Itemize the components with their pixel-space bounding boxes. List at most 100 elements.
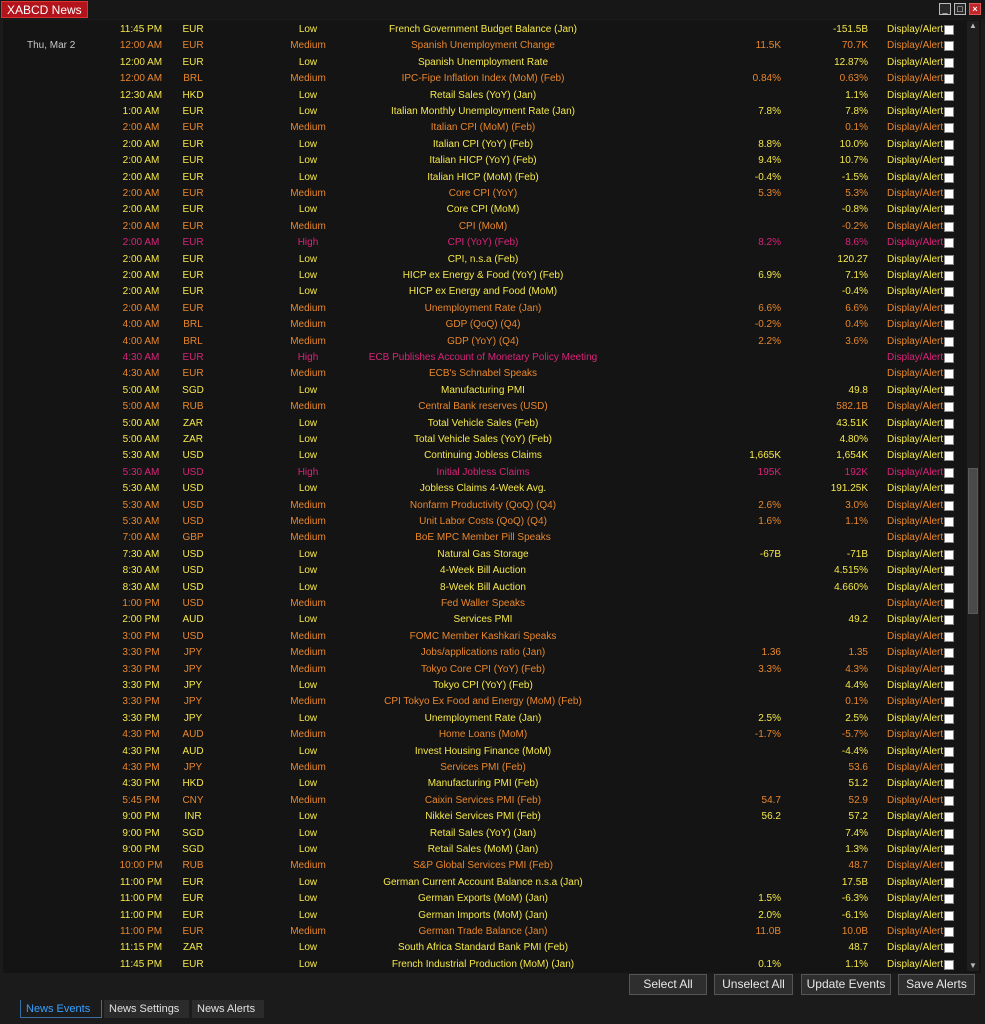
- alert-checkbox[interactable]: [944, 664, 954, 675]
- display-alert-link[interactable]: Display/Alert: [887, 481, 943, 497]
- alert-checkbox[interactable]: [944, 336, 954, 347]
- table-row[interactable]: 5:00 AM ZAR Low Total Vehicle Sales (YoY) (…: [3, 432, 967, 448]
- table-row[interactable]: 9:00 PM SGD Low Retail Sales (MoM) (Jan) 1.3…: [3, 842, 967, 858]
- alert-checkbox[interactable]: [944, 845, 954, 855]
- table-row[interactable]: 11:45 PM EUR Low French Government Budget B…: [3, 22, 967, 38]
- alert-checkbox[interactable]: [944, 500, 954, 511]
- alert-checkbox[interactable]: [944, 877, 954, 888]
- update-events-button[interactable]: Update Events: [801, 974, 891, 995]
- alert-checkbox[interactable]: [944, 107, 954, 117]
- tab-news-alerts[interactable]: News Alerts: [192, 1000, 264, 1018]
- table-row[interactable]: Thu, Mar 2 12:00 AM EUR Medium Spanish Unemp…: [3, 38, 967, 54]
- table-row[interactable]: 9:00 PM SGD Low Retail Sales (YoY) (Jan) 7.4…: [3, 826, 967, 842]
- alert-checkbox[interactable]: [944, 254, 954, 265]
- alert-checkbox[interactable]: [944, 205, 954, 216]
- table-row[interactable]: 11:00 PM EUR Medium German Trade Balance (J…: [3, 924, 967, 940]
- table-row[interactable]: 4:30 AM EUR Medium ECB's Schnabel Speaks Dis…: [3, 366, 967, 382]
- display-alert-link[interactable]: Display/Alert: [887, 170, 943, 186]
- display-alert-link[interactable]: Display/Alert: [887, 383, 943, 399]
- display-alert-link[interactable]: Display/Alert: [887, 629, 943, 645]
- display-alert-link[interactable]: Display/Alert: [887, 55, 943, 71]
- alert-checkbox[interactable]: [944, 369, 954, 380]
- table-row[interactable]: 2:00 AM EUR Low CPI, n.s.a (Feb) 120.27 Displ…: [3, 252, 967, 268]
- table-row[interactable]: 4:30 PM AUD Medium Home Loans (MoM) -1.7% -5.…: [3, 727, 967, 743]
- display-alert-link[interactable]: Display/Alert: [887, 350, 943, 366]
- display-alert-link[interactable]: Display/Alert: [887, 301, 943, 317]
- table-row[interactable]: 1:00 AM EUR Low Italian Monthly Unemploymen…: [3, 104, 967, 120]
- alert-checkbox[interactable]: [944, 910, 954, 921]
- table-row[interactable]: 3:30 PM JPY Medium Jobs/applications ratio …: [3, 645, 967, 661]
- display-alert-link[interactable]: Display/Alert: [887, 399, 943, 415]
- tab-news-settings[interactable]: News Settings: [104, 1000, 189, 1018]
- table-row[interactable]: 5:30 AM USD High Initial Jobless Claims 195K…: [3, 465, 967, 481]
- display-alert-link[interactable]: Display/Alert: [887, 826, 943, 842]
- alert-checkbox[interactable]: [944, 402, 954, 413]
- display-alert-link[interactable]: Display/Alert: [887, 662, 943, 678]
- display-alert-link[interactable]: Display/Alert: [887, 940, 943, 956]
- display-alert-link[interactable]: Display/Alert: [887, 760, 943, 776]
- table-row[interactable]: 3:30 PM JPY Medium CPI Tokyo Ex Food and En…: [3, 694, 967, 710]
- alert-checkbox[interactable]: [944, 385, 954, 396]
- table-row[interactable]: 1:00 PM USD Medium Fed Waller Speaks Display…: [3, 596, 967, 612]
- display-alert-link[interactable]: Display/Alert: [887, 596, 943, 612]
- alert-checkbox[interactable]: [944, 90, 954, 101]
- display-alert-link[interactable]: Display/Alert: [887, 645, 943, 661]
- alert-checkbox[interactable]: [944, 467, 954, 478]
- table-row[interactable]: 5:30 AM USD Medium Nonfarm Productivity (Qo…: [3, 498, 967, 514]
- table-row[interactable]: 4:30 PM HKD Low Manufacturing PMI (Feb) 51.2…: [3, 776, 967, 792]
- display-alert-link[interactable]: Display/Alert: [887, 38, 943, 54]
- table-row[interactable]: 3:30 PM JPY Low Tokyo CPI (YoY) (Feb) 4.4% Di…: [3, 678, 967, 694]
- display-alert-link[interactable]: Display/Alert: [887, 137, 943, 153]
- alert-checkbox[interactable]: [944, 943, 954, 954]
- display-alert-link[interactable]: Display/Alert: [887, 809, 943, 825]
- display-alert-link[interactable]: Display/Alert: [887, 530, 943, 546]
- alert-checkbox[interactable]: [944, 746, 954, 757]
- alert-checkbox[interactable]: [944, 730, 954, 741]
- table-row[interactable]: 2:00 AM EUR Medium CPI (MoM) -0.2% Display/Al…: [3, 219, 967, 235]
- alert-checkbox[interactable]: [944, 123, 954, 134]
- display-alert-link[interactable]: Display/Alert: [887, 908, 943, 924]
- display-alert-link[interactable]: Display/Alert: [887, 793, 943, 809]
- display-alert-link[interactable]: Display/Alert: [887, 891, 943, 907]
- display-alert-link[interactable]: Display/Alert: [887, 744, 943, 760]
- table-row[interactable]: 11:00 PM EUR Low German Imports (MoM) (Jan)…: [3, 908, 967, 924]
- display-alert-link[interactable]: Display/Alert: [887, 448, 943, 464]
- table-row[interactable]: 2:00 AM EUR Low Italian HICP (MoM) (Feb) -0.…: [3, 170, 967, 186]
- alert-checkbox[interactable]: [944, 57, 954, 68]
- alert-checkbox[interactable]: [944, 599, 954, 609]
- display-alert-link[interactable]: Display/Alert: [887, 875, 943, 891]
- display-alert-link[interactable]: Display/Alert: [887, 219, 943, 235]
- display-alert-link[interactable]: Display/Alert: [887, 514, 943, 530]
- table-row[interactable]: 4:30 PM AUD Low Invest Housing Finance (MoM…: [3, 744, 967, 760]
- table-row[interactable]: 2:00 AM EUR Low Italian CPI (YoY) (Feb) 8.8%…: [3, 137, 967, 153]
- display-alert-link[interactable]: Display/Alert: [887, 88, 943, 104]
- table-row[interactable]: 11:00 PM EUR Low German Current Account Bal…: [3, 875, 967, 891]
- table-row[interactable]: 12:00 AM EUR Low Spanish Unemployment Rate 1…: [3, 55, 967, 71]
- alert-checkbox[interactable]: [944, 582, 954, 593]
- alert-checkbox[interactable]: [944, 156, 954, 167]
- scroll-up-icon[interactable]: ▲: [967, 21, 979, 31]
- alert-checkbox[interactable]: [944, 353, 954, 363]
- display-alert-link[interactable]: Display/Alert: [887, 268, 943, 284]
- alert-checkbox[interactable]: [944, 828, 954, 839]
- table-row[interactable]: 4:00 AM BRL Medium GDP (QoQ) (Q4) -0.2% 0.4% D…: [3, 317, 967, 333]
- table-row[interactable]: 12:00 AM BRL Medium IPC-Fipe Inflation Inde…: [3, 71, 967, 87]
- alert-checkbox[interactable]: [944, 533, 954, 544]
- table-row[interactable]: 2:00 AM EUR Medium Italian CPI (MoM) (Feb) 0…: [3, 120, 967, 136]
- maximize-icon[interactable]: □: [954, 3, 966, 15]
- table-row[interactable]: 5:30 AM USD Low Jobless Claims 4-Week Avg. 1…: [3, 481, 967, 497]
- alert-checkbox[interactable]: [944, 435, 954, 445]
- alert-checkbox[interactable]: [944, 927, 954, 937]
- alert-checkbox[interactable]: [944, 172, 954, 183]
- scroll-down-icon[interactable]: ▼: [967, 961, 979, 971]
- table-row[interactable]: 2:00 AM EUR Medium Core CPI (YoY) 5.3% 5.3% Di…: [3, 186, 967, 202]
- table-row[interactable]: 2:00 AM EUR Low Core CPI (MoM) -0.8% Display/…: [3, 202, 967, 218]
- display-alert-link[interactable]: Display/Alert: [887, 694, 943, 710]
- display-alert-link[interactable]: Display/Alert: [887, 563, 943, 579]
- alert-checkbox[interactable]: [944, 894, 954, 905]
- display-alert-link[interactable]: Display/Alert: [887, 858, 943, 874]
- display-alert-link[interactable]: Display/Alert: [887, 186, 943, 202]
- alert-checkbox[interactable]: [944, 566, 954, 577]
- alert-checkbox[interactable]: [944, 74, 954, 85]
- alert-checkbox[interactable]: [944, 41, 954, 52]
